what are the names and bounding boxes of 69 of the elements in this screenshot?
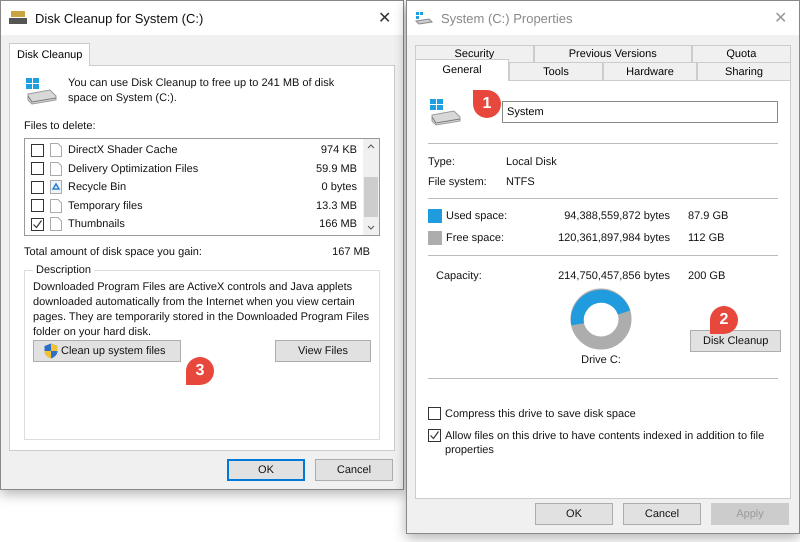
space-bytes: 94,388,559,872 bytes [563, 210, 670, 222]
dialog-button[interactable]: Cancel [623, 503, 701, 525]
shield-icon [44, 343, 58, 359]
file-checkbox[interactable] [31, 162, 44, 176]
capacity-label: Capacity: [435, 270, 483, 282]
space-size: 87.9 GB [687, 210, 730, 222]
file-icon [50, 198, 62, 213]
close-button[interactable]: ✕ [374, 8, 395, 28]
file-checkbox[interactable] [31, 180, 44, 194]
disk-cleanup-button[interactable]: Disk Cleanup [690, 330, 782, 352]
donut-drawing [570, 288, 632, 350]
dialog-button[interactable]: OK [535, 503, 613, 525]
window-title: System (C:) Properties [441, 10, 574, 26]
drive-label: Drive C: [581, 354, 621, 366]
space-label: Free space: [446, 232, 506, 244]
info-value: Local Disk [506, 156, 558, 168]
option-checkbox[interactable] [428, 429, 441, 442]
file-name[interactable]: Temporary files [68, 200, 310, 212]
file-name[interactable]: Delivery Optimization Files [68, 162, 310, 175]
total-label: Total amount of disk space you gain: [24, 246, 202, 258]
file-size: 0 bytes [322, 181, 357, 194]
scrollbar[interactable] [363, 139, 379, 235]
tab[interactable]: Tools [509, 62, 603, 80]
dialog-button[interactable]: Cancel [315, 459, 393, 481]
space-bytes: 120,361,897,984 bytes [557, 232, 670, 244]
file-size: 59.9 MB [316, 162, 357, 175]
tab[interactable]: Hardware [603, 62, 697, 80]
disk-cleanup-icon [9, 11, 27, 25]
total-value: 167 MB [332, 246, 370, 258]
option-label: Compress this drive to save disk space [445, 407, 636, 421]
recycle-bin-icon [50, 180, 62, 194]
file-name[interactable]: Recycle Bin [68, 181, 316, 194]
file-name[interactable]: DirectX Shader Cache [68, 144, 315, 156]
capacity-size: 200 GB [687, 270, 726, 282]
file-checkbox[interactable] [31, 199, 44, 212]
intro-text: You can use Disk Cleanup to free up to 241 MB of disk space on System (C:). [68, 76, 336, 106]
drive-name-field[interactable]: System [502, 101, 778, 123]
file-size: 13.3 MB [316, 200, 357, 212]
drive-icon [428, 97, 462, 127]
files-label: Files to delete: [24, 120, 97, 132]
tab[interactable]: Previous Versions [534, 45, 692, 62]
option-label: Allow files on this drive to have contents indexed in addition to file properties [445, 429, 766, 457]
clean-up-system-files-button[interactable]: Clean up system files [33, 340, 181, 362]
tab[interactable]: Quota [692, 45, 792, 62]
file-size: 974 KB [320, 144, 357, 156]
view-files-button[interactable]: View Files [275, 340, 371, 362]
file-size: 166 MB [319, 218, 357, 230]
info-value: NTFS [506, 176, 536, 188]
capacity-bytes: 214,750,457,856 bytes [557, 270, 670, 282]
info-label: File system: [428, 176, 488, 188]
file-checkbox[interactable] [31, 144, 44, 157]
file-icon [50, 143, 62, 158]
drive-icon [24, 76, 58, 106]
tab[interactable]: Disk Cleanup [9, 43, 90, 66]
drive-icon [415, 11, 433, 25]
file-name[interactable]: Thumbnails [68, 218, 314, 230]
space-label: Used space: [446, 210, 508, 222]
file-icon [50, 217, 62, 232]
tab[interactable]: General [415, 59, 509, 81]
description-title: Description [35, 264, 92, 276]
option-checkbox[interactable] [428, 407, 441, 420]
window-title: Disk Cleanup for System (C:) [35, 10, 204, 26]
description-text: Downloaded Program Files are ActiveX controls and Java applets downloaded automatically from the Internet when you view certain pages. They are temporarily stored in the Downloaded Program Files folder on your hard disk. [33, 280, 370, 340]
tab[interactable]: Sharing [697, 62, 791, 80]
dialog-button[interactable]: OK [227, 459, 305, 481]
file-checkbox[interactable] [31, 218, 44, 231]
space-size: 112 GB [687, 232, 726, 244]
info-label: Type: [428, 156, 456, 168]
file-icon [50, 162, 62, 176]
